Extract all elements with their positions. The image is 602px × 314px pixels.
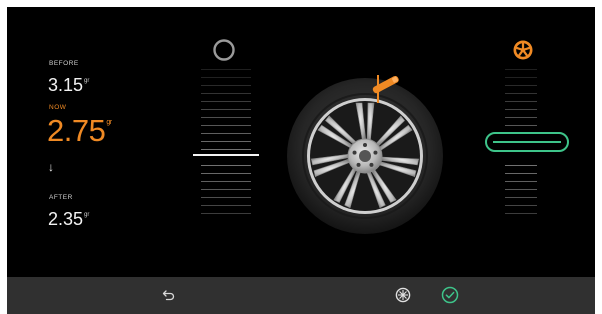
before-unit: gr: [84, 78, 90, 84]
scale-tick: [201, 69, 251, 70]
balancer-screen: BEFORE 3.15gr NOW 2.75gr ↓ AFTER 2.35gr: [7, 7, 595, 314]
now-label: NOW: [49, 104, 67, 111]
scale-tick: [505, 189, 537, 190]
scale-tick: [201, 125, 251, 126]
bottom-toolbar: [7, 277, 595, 314]
back-arrow-icon[interactable]: [162, 288, 176, 302]
right-plane-indicator: [493, 141, 561, 143]
scale-tick: [505, 165, 537, 166]
scale-tick: [505, 69, 537, 70]
scale-tick: [201, 197, 251, 198]
before-value: 3.15gr: [48, 75, 90, 95]
scale-tick: [201, 181, 251, 182]
scale-tick: [505, 205, 537, 206]
right-plane-scale[interactable]: [485, 7, 569, 277]
scale-tick: [505, 117, 537, 118]
before-label: BEFORE: [49, 60, 79, 67]
now-unit: gr: [106, 119, 112, 126]
scale-tick: [201, 117, 251, 118]
scale-tick: [505, 109, 537, 110]
scale-tick: [505, 173, 537, 174]
now-value: 2.75gr: [47, 113, 112, 148]
scale-tick: [505, 77, 537, 78]
left-plane-scale[interactable]: [193, 7, 259, 277]
scale-tick: [201, 77, 251, 78]
scale-tick: [201, 85, 251, 86]
scale-tick: [201, 149, 251, 150]
scale-tick: [201, 101, 251, 102]
scale-tick: [201, 133, 251, 134]
scale-tick: [201, 165, 251, 166]
scale-tick: [505, 85, 537, 86]
scale-tick: [201, 173, 251, 174]
scale-tick: [505, 197, 537, 198]
after-unit: gr: [84, 212, 90, 218]
scale-tick: [201, 213, 251, 214]
check-circle-icon[interactable]: [441, 286, 459, 304]
weight-marker-icon: [372, 75, 399, 103]
after-label: AFTER: [49, 194, 73, 201]
scale-tick: [505, 101, 537, 102]
scale-tick: [201, 189, 251, 190]
after-value: 2.35gr: [48, 209, 90, 229]
scale-tick: [201, 109, 251, 110]
wheel-mode-icon[interactable]: [395, 287, 411, 303]
scale-tick: [505, 213, 537, 214]
scale-tick: [505, 93, 537, 94]
scale-tick: [201, 141, 251, 142]
scale-tick: [505, 181, 537, 182]
left-plane-indicator: [193, 154, 259, 156]
scale-tick: [201, 93, 251, 94]
scale-tick: [201, 205, 251, 206]
down-arrow-icon: ↓: [48, 160, 54, 174]
scale-tick: [505, 125, 537, 126]
